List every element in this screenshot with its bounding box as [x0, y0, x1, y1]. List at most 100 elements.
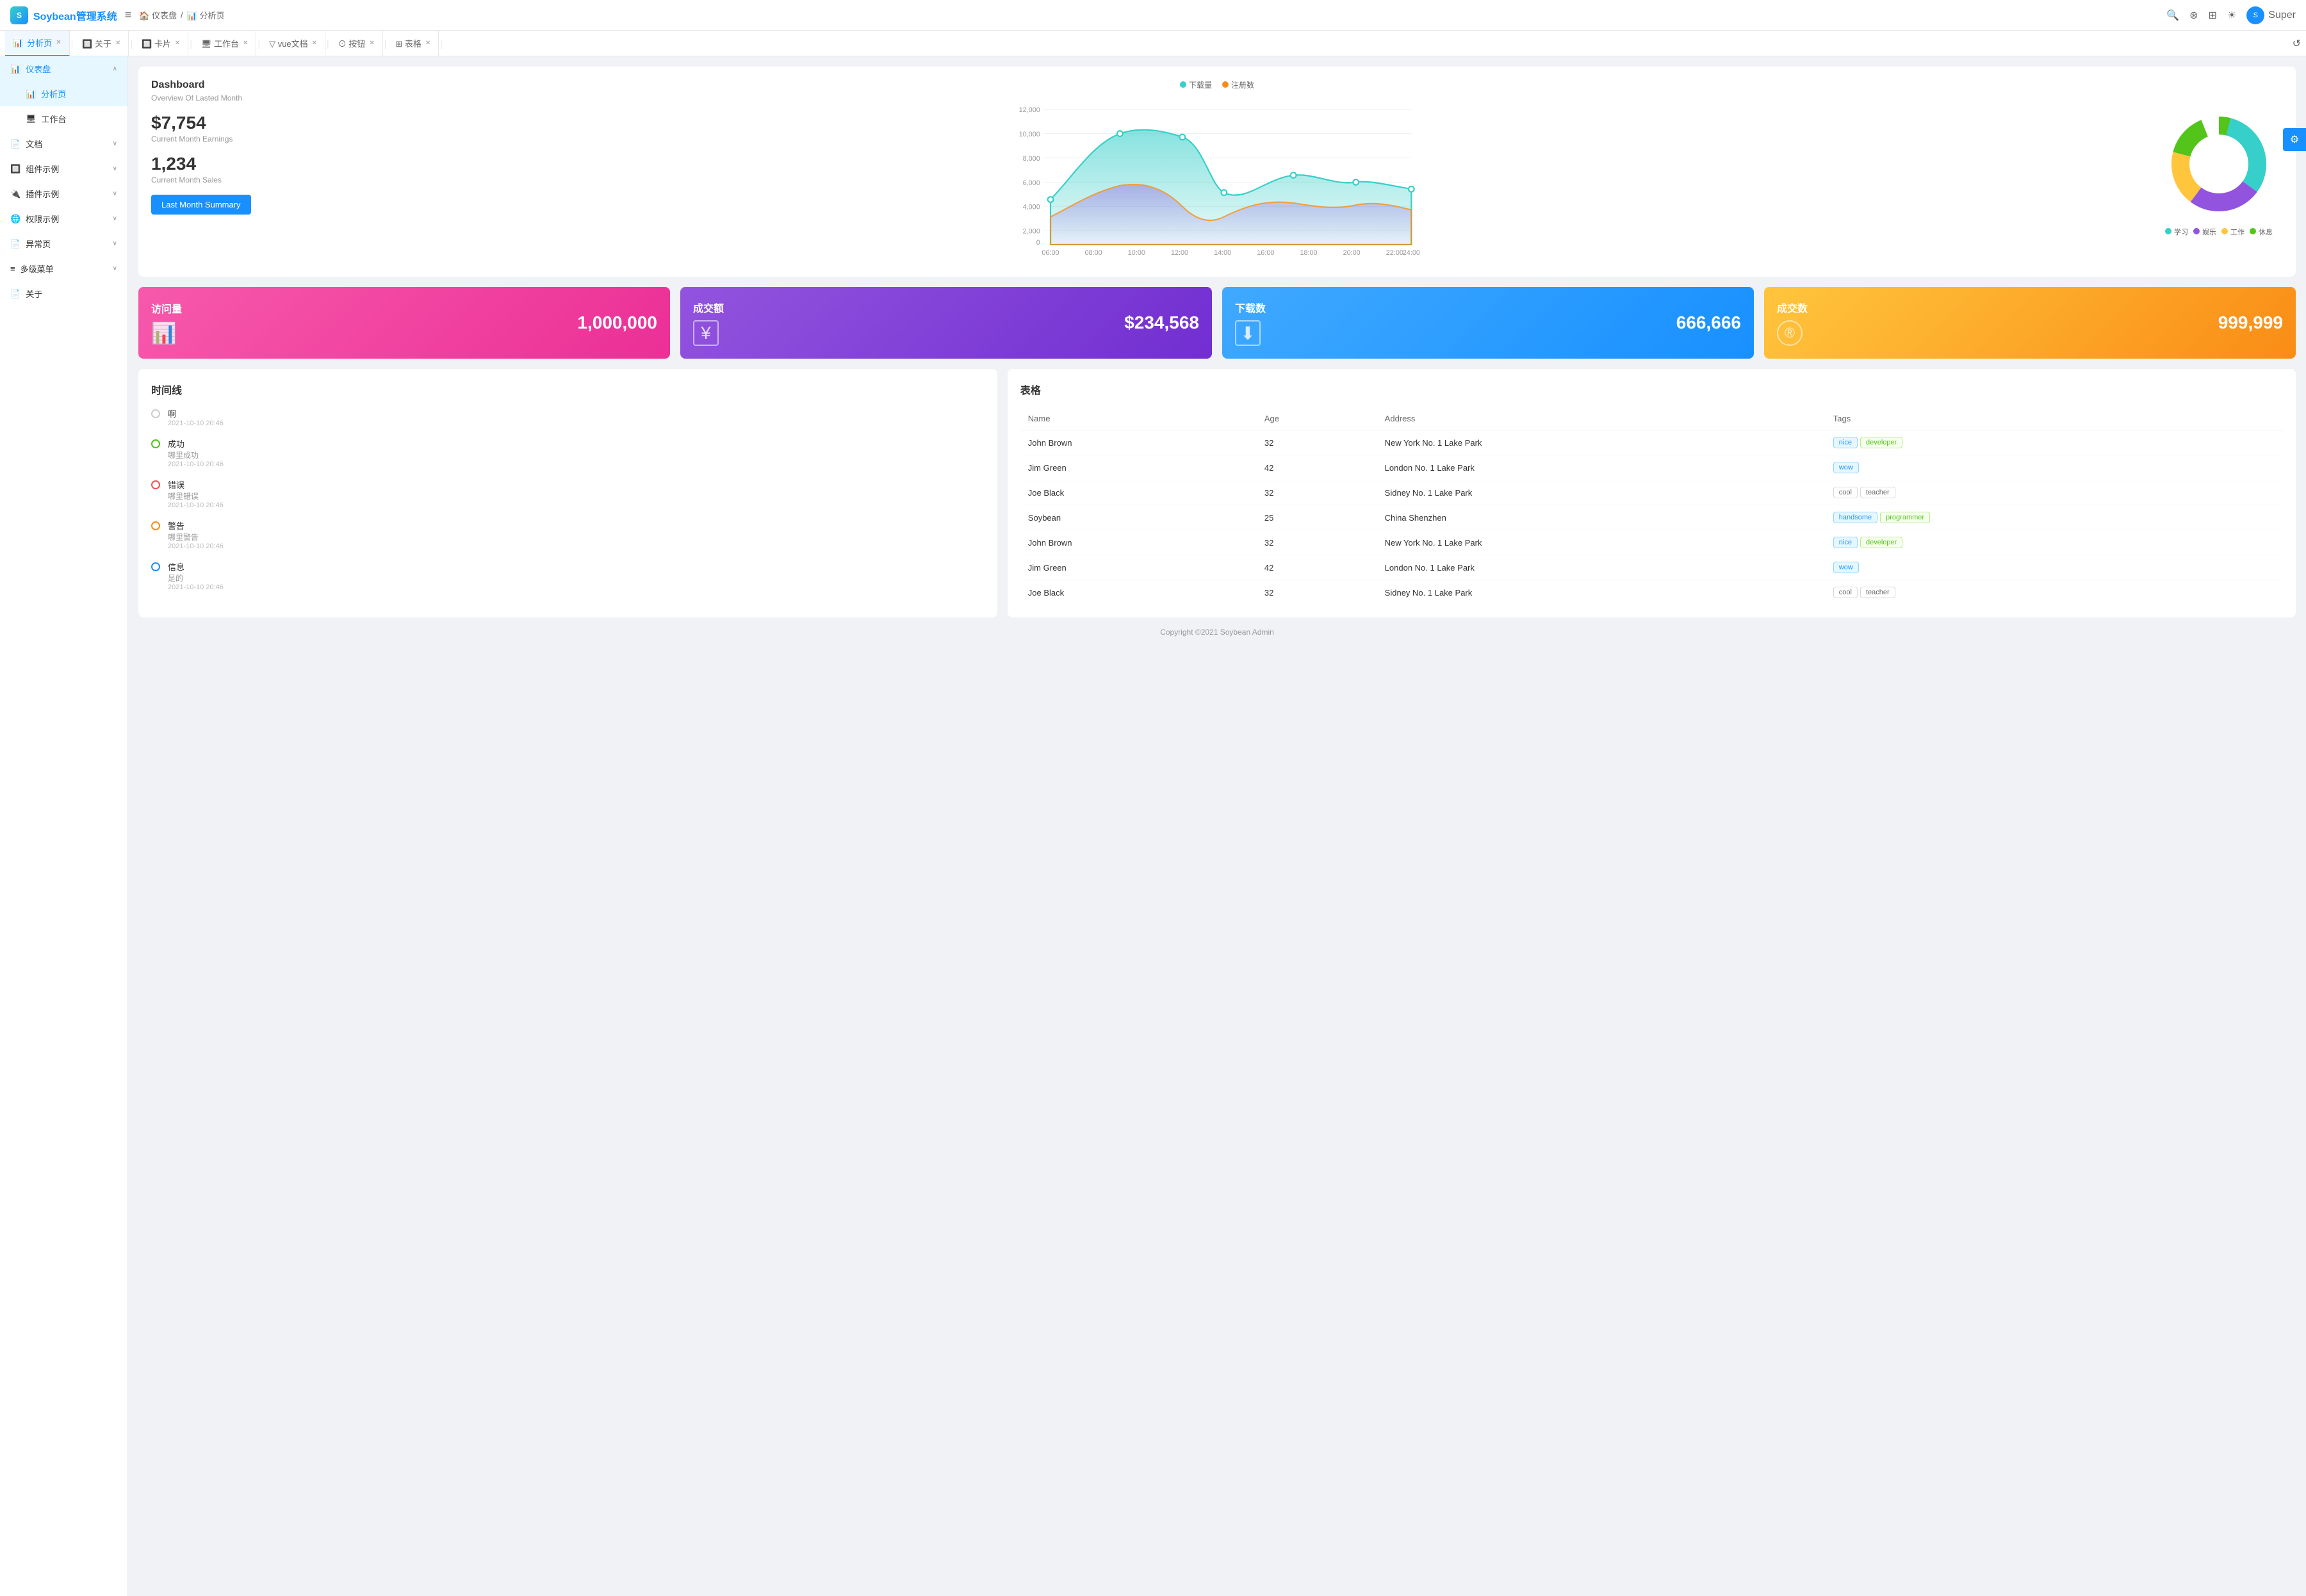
earnings-label: Current Month Earnings [151, 134, 279, 143]
breadcrumb-separator: / [181, 10, 183, 20]
timeline-time: 2021-10-10 20:46 [168, 542, 224, 550]
sidebar-item-workbench[interactable]: 🖥 工作台 [0, 106, 127, 131]
last-month-summary-button[interactable]: Last Month Summary [151, 195, 251, 215]
timeline-dot-default [151, 409, 160, 418]
tab-close[interactable]: ✕ [369, 40, 374, 47]
legend-study: 学习 [2165, 227, 2188, 237]
sidebar-item-analysis[interactable]: 📊 分析页 [0, 81, 127, 106]
sidebar-label: 关于 [26, 288, 42, 300]
table-row: John Brown32New York No. 1 Lake Parknice… [1020, 430, 2283, 455]
tab-label: 🖥 工作台 [201, 37, 239, 49]
tab-refresh-btn[interactable]: ↺ [2293, 37, 2301, 50]
svg-text:24:00: 24:00 [1403, 249, 1420, 257]
legend-work: 工作 [2221, 227, 2245, 237]
github-icon[interactable]: ⊛ [2189, 9, 2198, 22]
svg-text:16:00: 16:00 [1257, 249, 1274, 257]
sidebar-item-menu[interactable]: ≡ 多级菜单 ∨ [0, 256, 127, 281]
tag: cool [1833, 587, 1858, 598]
collapse-btn[interactable]: ≡ [125, 8, 132, 22]
tab-workbench[interactable]: 🖥 工作台 ✕ [193, 31, 257, 56]
cell-tags: handsomeprogrammer [1826, 505, 2283, 530]
tab-close[interactable]: ✕ [425, 40, 430, 47]
cell-age: 42 [1257, 555, 1377, 580]
stat-card-transactions: 成交数 ® 999,999 [1764, 287, 2296, 359]
tab-close[interactable]: ✕ [175, 40, 180, 47]
breadcrumb: 🏠 仪表盘 / 📊 分析页 [139, 9, 2159, 21]
tab-card[interactable]: 🔲 卡片 ✕ [134, 31, 188, 56]
timeline-content: 啊 2021-10-10 20:46 [168, 407, 224, 427]
cell-name: John Brown [1020, 530, 1257, 555]
dashboard-card: Dashboard Overview Of Lasted Month $7,75… [138, 67, 2296, 277]
cell-name: Jim Green [1020, 555, 1257, 580]
tab-button[interactable]: ⊙ 按钮 ✕ [331, 31, 383, 56]
sidebar-item-plugins[interactable]: 🔌 插件示例 ∨ [0, 181, 127, 206]
tag: wow [1833, 462, 1859, 473]
breadcrumb-item-1[interactable]: 🏠 仪表盘 [139, 9, 177, 21]
stat-card-left: 下载数 ⬇ [1235, 300, 1266, 346]
timeline-label: 错误 [168, 478, 224, 491]
stat-card-left: 成交额 ¥ [693, 300, 724, 346]
grid-icon[interactable]: ⊞ [2209, 9, 2217, 22]
table-row: Soybean25China Shenzhenhandsomeprogramme… [1020, 505, 2283, 530]
tab-close[interactable]: ✕ [312, 40, 317, 47]
tab-label: ▽ vue文档 [269, 37, 308, 49]
sidebar-item-docs[interactable]: 📄 文档 ∨ [0, 131, 127, 156]
svg-text:8,000: 8,000 [1023, 155, 1040, 163]
cell-age: 32 [1257, 480, 1377, 505]
tab-vue[interactable]: ▽ vue文档 ✕ [261, 31, 325, 56]
tab-close[interactable]: ✕ [115, 40, 120, 47]
timeline-time: 2021-10-10 20:46 [168, 501, 224, 509]
stats-row: 访问量 📊 1,000,000 成交额 ¥ $234,568 下载数 ⬇ 666… [138, 287, 2296, 359]
stat-card-downloads: 下载数 ⬇ 666,666 [1222, 287, 1754, 359]
timeline-item-error: 错误 哪里错误 2021-10-10 20:46 [151, 478, 985, 509]
chevron-down-icon: ∨ [113, 165, 117, 172]
svg-text:2,000: 2,000 [1023, 228, 1040, 236]
transactions-label: 成交数 [1777, 300, 1808, 315]
table-row: Joe Black32Sidney No. 1 Lake Parkcooltea… [1020, 480, 2283, 505]
sidebar-label: 权限示例 [26, 213, 59, 225]
sidebar-item-errors[interactable]: 📄 异常页 ∨ [0, 231, 127, 256]
logo: S Soybean管理系统 [10, 6, 117, 24]
theme-icon[interactable]: ☀ [2227, 9, 2236, 22]
avatar: S [2246, 6, 2264, 24]
stat-card-visits: 访问量 📊 1,000,000 [138, 287, 670, 359]
breadcrumb-item-2[interactable]: 📊 分析页 [187, 9, 225, 21]
permissions-icon: 🌐 [10, 214, 20, 224]
nav-user[interactable]: S Super [2246, 6, 2296, 24]
tab-label: ⊙ 按钮 [338, 37, 366, 49]
cell-address: London No. 1 Lake Park [1377, 555, 1826, 580]
layout: 📊 仪表盘 ∧ 📊 分析页 🖥 工作台 📄 文档 ∨ 🔲 组件示例 ∨ 🔌 插件… [0, 56, 2306, 1596]
timeline-label: 警告 [168, 519, 224, 532]
timeline-content: 错误 哪里错误 2021-10-10 20:46 [168, 478, 224, 509]
legend-register: 注册数 [1222, 79, 1254, 90]
tab-about[interactable]: 🔲 关于 ✕ [74, 31, 129, 56]
cell-age: 32 [1257, 530, 1377, 555]
separator: | [70, 38, 75, 49]
top-nav: S Soybean管理系统 ≡ 🏠 仪表盘 / 📊 分析页 🔍 ⊛ ⊞ ☀ S … [0, 0, 2306, 31]
bar-chart-icon: 📊 [151, 321, 182, 345]
cell-address: Sidney No. 1 Lake Park [1377, 580, 1826, 605]
user-name: Super [2268, 10, 2296, 21]
timeline-dot-error [151, 480, 160, 489]
sidebar-item-components[interactable]: 🔲 组件示例 ∨ [0, 156, 127, 181]
tab-close[interactable]: ✕ [56, 39, 61, 46]
cell-address: London No. 1 Lake Park [1377, 455, 1826, 480]
cell-age: 42 [1257, 455, 1377, 480]
col-tags: Tags [1826, 407, 2283, 430]
sidebar-item-permissions[interactable]: 🌐 权限示例 ∨ [0, 206, 127, 231]
tab-analysis[interactable]: 📊 分析页 ✕ [5, 31, 70, 56]
cell-tags: wow [1826, 555, 2283, 580]
sidebar-label: 工作台 [42, 113, 67, 125]
visits-value: 1,000,000 [577, 313, 657, 333]
table-row: Jim Green42London No. 1 Lake Parkwow [1020, 555, 2283, 580]
footer: Copyright ©2021 Soybean Admin [138, 617, 2296, 647]
sidebar-item-about[interactable]: 📄 关于 [0, 281, 127, 306]
stat-card-left: 成交数 ® [1777, 300, 1808, 346]
sidebar-item-dashboard[interactable]: 📊 仪表盘 ∧ [0, 56, 127, 81]
tab-close[interactable]: ✕ [243, 40, 248, 47]
search-icon[interactable]: 🔍 [2166, 9, 2179, 22]
svg-text:4,000: 4,000 [1023, 204, 1040, 211]
settings-fab[interactable]: ⚙ [2283, 128, 2306, 151]
table-row: Joe Black32Sidney No. 1 Lake Parkcooltea… [1020, 580, 2283, 605]
tab-table[interactable]: ⊞ 表格 ✕ [388, 31, 439, 56]
